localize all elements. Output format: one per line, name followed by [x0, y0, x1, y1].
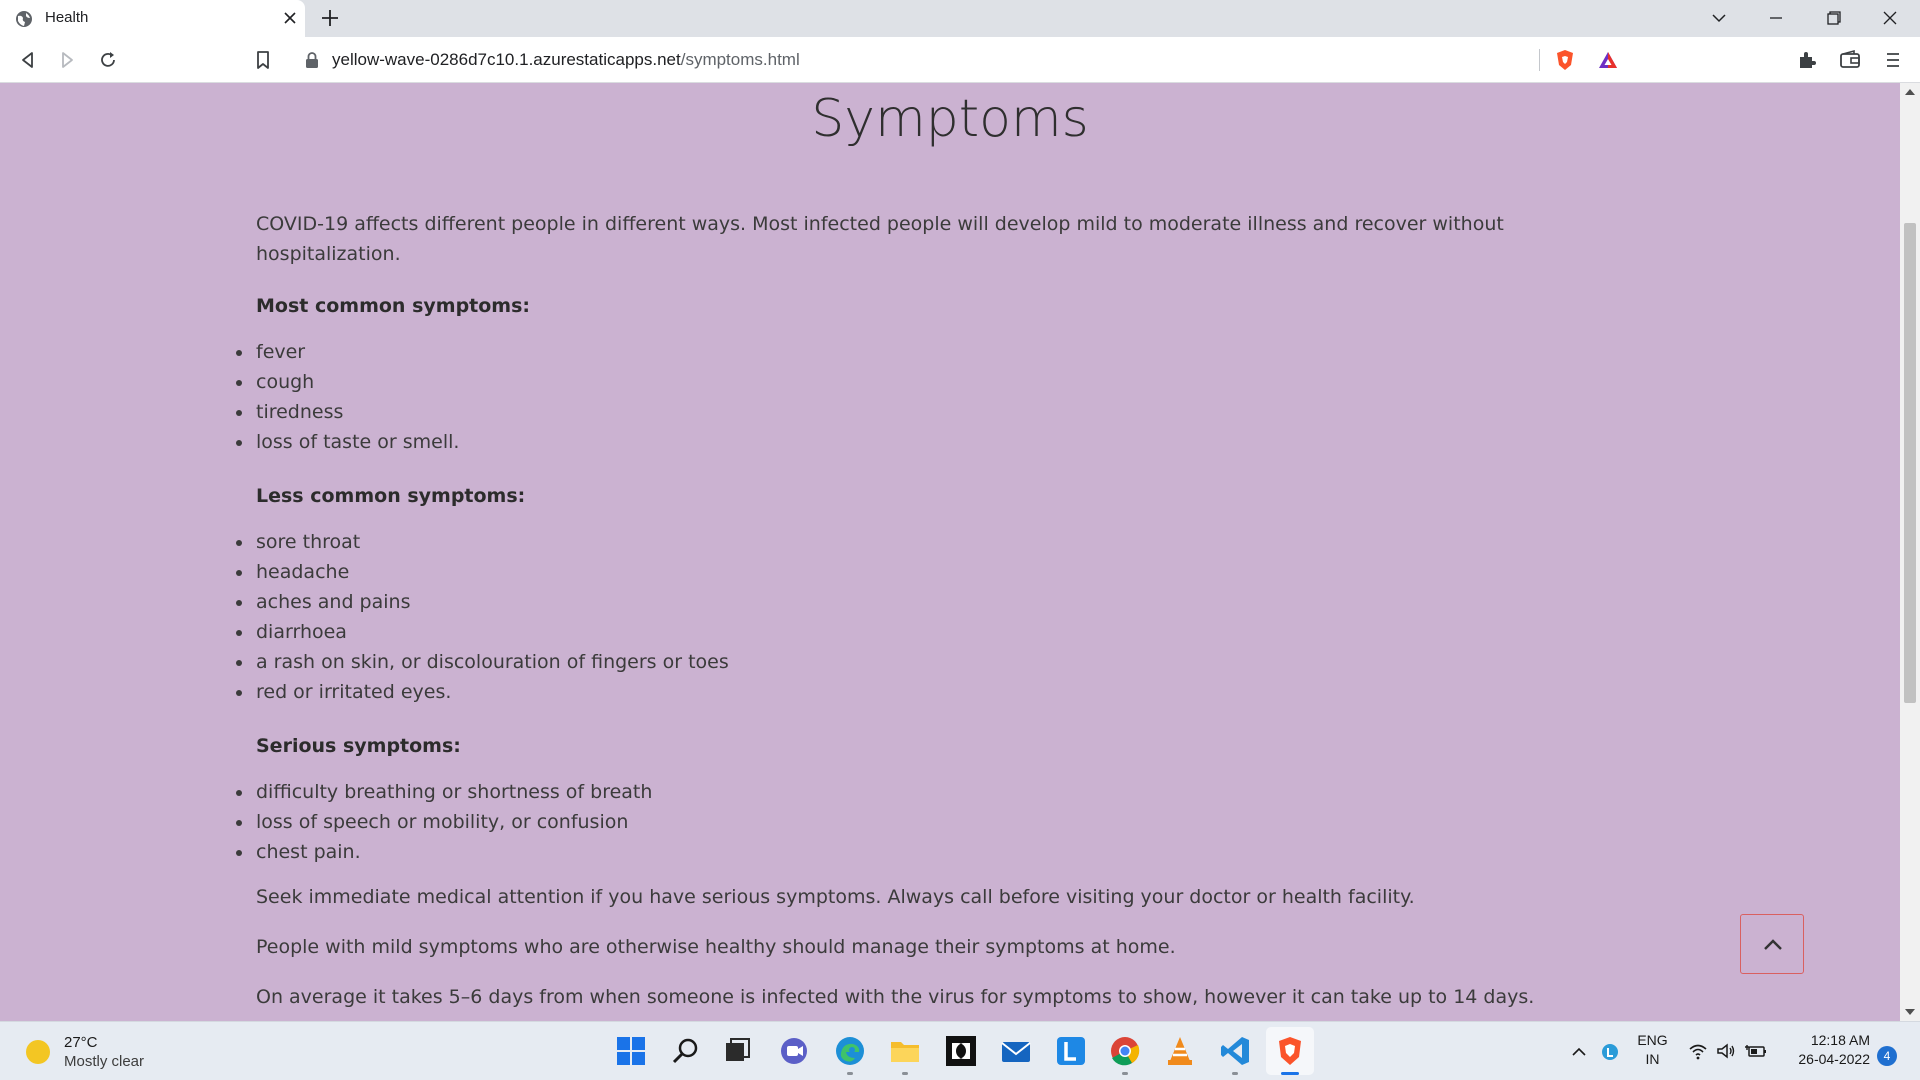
- chrome-running-indicator: [1122, 1072, 1128, 1075]
- notification-badge[interactable]: 4: [1877, 1046, 1897, 1066]
- task-view-icon[interactable]: [721, 1034, 755, 1068]
- edge-icon[interactable]: [833, 1034, 867, 1068]
- clock-date[interactable]: 26-04-2022: [1780, 1051, 1870, 1067]
- menu-icon[interactable]: [1881, 48, 1905, 72]
- tab-title: Health: [45, 9, 89, 26]
- list-item: diarrhoea: [236, 617, 729, 647]
- common-symptoms-list: fever cough tiredness loss of taste or s…: [235, 337, 459, 457]
- list-item: tiredness: [235, 397, 459, 427]
- list-item: red or irritated eyes.: [236, 677, 729, 707]
- brave-rewards-icon[interactable]: [1596, 48, 1620, 72]
- moon-icon: [26, 1040, 50, 1064]
- incubation-paragraph: On average it takes 5–6 days from when s…: [256, 986, 1535, 1008]
- scroll-up-arrow-icon[interactable]: [1905, 89, 1915, 95]
- list-item: sore throat: [236, 527, 729, 557]
- vscode-icon[interactable]: [1218, 1034, 1252, 1068]
- close-window-icon[interactable]: [1877, 6, 1903, 30]
- wifi-icon[interactable]: [1688, 1042, 1708, 1060]
- intro-paragraph: COVID-19 affects different people in dif…: [256, 213, 1504, 265]
- url-text[interactable]: yellow-wave-0286d7c10.1.azurestaticapps.…: [332, 50, 800, 70]
- forward-icon[interactable]: [55, 48, 79, 72]
- clock-time[interactable]: 12:18 AM: [1780, 1032, 1870, 1048]
- list-item: headache: [236, 557, 729, 587]
- list-item: aches and pains: [236, 587, 729, 617]
- restore-icon[interactable]: [1820, 6, 1846, 30]
- address-bar[interactable]: yellow-wave-0286d7c10.1.azurestaticapps.…: [292, 43, 1632, 77]
- list-item: difficulty breathing or shortness of bre…: [235, 777, 652, 807]
- less-common-symptoms-list: sore throat headache aches and pains dia…: [236, 527, 729, 707]
- brave-active-indicator: [1281, 1072, 1299, 1075]
- tab-health[interactable]: Health: [0, 0, 305, 37]
- serious-symptoms-list: difficulty breathing or shortness of bre…: [235, 777, 652, 867]
- language-code[interactable]: ENG: [1630, 1032, 1675, 1048]
- wallet-icon[interactable]: [1838, 48, 1862, 72]
- list-item: loss of taste or smell.: [235, 427, 459, 457]
- battery-icon[interactable]: [1745, 1042, 1767, 1060]
- file-explorer-icon[interactable]: [888, 1034, 922, 1068]
- list-item: fever: [235, 337, 459, 367]
- home-care-paragraph: People with mild symptoms who are otherw…: [256, 936, 1176, 958]
- volume-icon[interactable]: [1716, 1042, 1736, 1060]
- new-tab-icon[interactable]: [318, 6, 342, 30]
- bookmark-icon[interactable]: [251, 48, 275, 72]
- mail-icon[interactable]: [999, 1034, 1033, 1068]
- browser-toolbar: yellow-wave-0286d7c10.1.azurestaticapps.…: [0, 37, 1920, 83]
- language-region[interactable]: IN: [1630, 1051, 1675, 1067]
- advice-paragraph: Seek immediate medical attention if you …: [256, 886, 1415, 908]
- brave-shields-icon[interactable]: [1553, 48, 1577, 72]
- start-icon[interactable]: [614, 1034, 648, 1068]
- scroll-down-arrow-icon[interactable]: [1905, 1009, 1915, 1015]
- back-icon[interactable]: [16, 48, 40, 72]
- extensions-icon[interactable]: [1795, 48, 1819, 72]
- list-item: a rash on skin, or discolouration of fin…: [236, 647, 729, 677]
- minimize-icon[interactable]: [1763, 6, 1789, 30]
- tray-app-icon[interactable]: [1600, 1042, 1620, 1062]
- reload-icon[interactable]: [96, 48, 120, 72]
- omnibox-divider: [1539, 49, 1540, 71]
- search-icon[interactable]: [669, 1034, 703, 1068]
- windows-taskbar: 27°C Mostly clear ENG IN 12:18 AM 26-04-…: [0, 1021, 1920, 1080]
- teams-chat-icon[interactable]: [777, 1034, 811, 1068]
- close-tab-icon[interactable]: [280, 8, 300, 28]
- symptoms-article: Symptoms COVID-19 affects different peop…: [0, 83, 1900, 1021]
- vscode-running-indicator: [1232, 1072, 1238, 1075]
- globe-icon: [16, 11, 32, 27]
- list-item: chest pain.: [235, 837, 652, 867]
- list-item: loss of speech or mobility, or confusion: [235, 807, 652, 837]
- chevron-up-icon: [1764, 939, 1782, 950]
- tab-search-chevron-icon[interactable]: [1706, 6, 1732, 30]
- scrollbar-thumb[interactable]: [1904, 223, 1916, 703]
- common-symptoms-heading: Most common symptoms:: [256, 295, 531, 317]
- less-common-symptoms-heading: Less common symptoms:: [256, 485, 526, 507]
- dolby-icon[interactable]: [944, 1034, 978, 1068]
- weather-condition: Mostly clear: [64, 1053, 145, 1070]
- chevron-up-tray-icon[interactable]: [1570, 1043, 1588, 1061]
- lock-icon[interactable]: [304, 51, 320, 69]
- tab-strip: Health: [0, 0, 1920, 37]
- serious-symptoms-heading: Serious symptoms:: [256, 735, 461, 757]
- list-item: cough: [235, 367, 459, 397]
- edge-running-indicator: [847, 1072, 853, 1075]
- l-app-icon[interactable]: [1054, 1034, 1088, 1068]
- back-to-top-button[interactable]: [1740, 914, 1804, 974]
- brave-icon[interactable]: [1273, 1034, 1307, 1068]
- page-scrollbar[interactable]: [1900, 83, 1920, 1021]
- page-viewport: Symptoms COVID-19 affects different peop…: [0, 83, 1900, 1021]
- chrome-icon[interactable]: [1108, 1034, 1142, 1068]
- weather-widget[interactable]: 27°C Mostly clear: [26, 1032, 186, 1072]
- explorer-running-indicator: [902, 1072, 908, 1075]
- weather-temperature: 27°C: [64, 1034, 98, 1051]
- vlc-icon[interactable]: [1163, 1034, 1197, 1068]
- page-title: Symptoms: [811, 89, 1089, 149]
